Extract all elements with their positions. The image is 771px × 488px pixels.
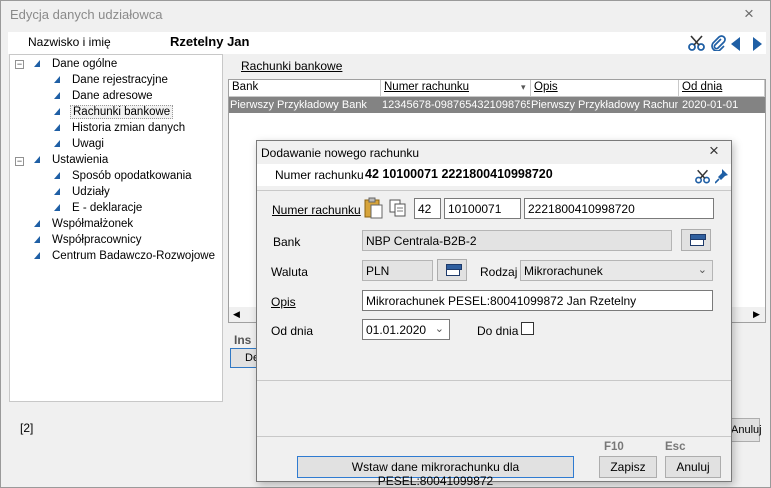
- currency-field: PLN: [362, 260, 433, 281]
- paste-icon[interactable]: [362, 197, 384, 222]
- insert-microaccount-button[interactable]: Wstaw dane mikrorachunku dla PESEL:80041…: [297, 456, 574, 488]
- from-date-value: 01.01.2020: [366, 323, 427, 337]
- pin-icon[interactable]: [714, 169, 729, 187]
- divider: [257, 436, 731, 437]
- to-date-label: Do dnia: [477, 324, 519, 338]
- tree-item-shares[interactable]: Udziały: [72, 186, 110, 198]
- tree-triangle-icon: [54, 172, 60, 179]
- type-select[interactable]: Mikrorachunek ⌄: [520, 260, 713, 281]
- chevron-down-icon: ⌄: [434, 323, 444, 335]
- close-icon[interactable]: ×: [709, 141, 719, 161]
- to-date-checkbox[interactable]: [521, 322, 534, 335]
- tree-triangle-icon: [54, 76, 60, 83]
- column-header-bank[interactable]: Bank: [229, 80, 381, 97]
- tree-item-rnd-center[interactable]: Centrum Badawczo-Rozwojowe: [52, 250, 215, 262]
- tab-bank-accounts[interactable]: Rachunki bankowe: [241, 59, 342, 73]
- calendar-icon: [690, 234, 706, 246]
- cell-account-number: 12345678-0987654321098765: [382, 99, 530, 111]
- tree-triangle-icon: [54, 92, 60, 99]
- tree-item-notes[interactable]: Uwagi: [72, 138, 104, 150]
- description-input[interactable]: Mikrorachunek PESEL:80041099872 Jan Rzet…: [362, 290, 713, 311]
- account-part1-input[interactable]: 42: [414, 198, 441, 219]
- cell-bank: Pierwszy Przykładowy Bank: [230, 99, 367, 111]
- dialog-header-value: 42 10100071 2221800410998720: [365, 167, 553, 181]
- tree-item-registration[interactable]: Dane rejestracyjne: [72, 74, 168, 86]
- type-label: Rodzaj: [480, 265, 518, 279]
- shortcut-f10: F10: [604, 441, 624, 453]
- description-label: Opis: [271, 295, 296, 309]
- cell-from-date: 2020-01-01: [682, 99, 739, 111]
- calendar-icon: [446, 264, 462, 276]
- tree-triangle-icon: [34, 156, 40, 163]
- tree-item-bank-accounts[interactable]: Rachunki bankowe: [70, 105, 174, 119]
- tree-triangle-icon: [54, 204, 60, 211]
- tree-triangle-icon: [34, 252, 40, 259]
- currency-label: Waluta: [271, 265, 308, 279]
- column-header-from-date[interactable]: Od dnia: [679, 80, 765, 97]
- from-date-label: Od dnia: [271, 324, 314, 338]
- tree-item-history[interactable]: Historia zmian danych: [72, 122, 185, 134]
- tree-item-address[interactable]: Dane adresowe: [72, 90, 153, 102]
- column-header-account-number[interactable]: Numer rachunku: [381, 80, 531, 97]
- currency-picker-button[interactable]: [437, 259, 467, 281]
- scissors-icon[interactable]: [695, 169, 711, 187]
- scroll-left-icon[interactable]: ◀: [233, 309, 240, 320]
- account-number-label: Numer rachunku: [272, 203, 361, 217]
- collapse-icon[interactable]: −: [15, 157, 24, 166]
- header-bar: [8, 32, 766, 54]
- tree-triangle-icon: [54, 140, 60, 147]
- shortcut-ins: Ins: [234, 333, 252, 347]
- tree-item-spouse[interactable]: Współmałżonek: [52, 218, 133, 230]
- tree-item-coworkers[interactable]: Współpracownicy: [52, 234, 141, 246]
- status-count: [2]: [20, 421, 34, 435]
- next-arrow-icon[interactable]: [752, 37, 762, 54]
- tree-triangle-icon: [54, 124, 60, 131]
- from-date-picker[interactable]: 01.01.2020 ⌄: [362, 319, 450, 340]
- column-header-description[interactable]: Opis: [531, 80, 679, 97]
- tree-triangle-icon: [34, 236, 40, 243]
- tree-triangle-icon: [34, 60, 40, 67]
- save-button[interactable]: Zapisz: [599, 456, 657, 478]
- scroll-right-icon[interactable]: ▶: [753, 309, 760, 320]
- type-select-value: Mikrorachunek: [524, 264, 603, 278]
- shortcut-esc: Esc: [665, 441, 686, 453]
- tree-group-settings[interactable]: Ustawienia: [52, 154, 108, 166]
- tree-triangle-icon: [34, 220, 40, 227]
- sort-down-icon: ▾: [521, 82, 526, 92]
- tree-group-general[interactable]: Dane ogólne: [52, 58, 117, 70]
- bank-label: Bank: [273, 235, 301, 249]
- cell-description: Pierwszy Przykładowy Rachunek: [531, 99, 678, 111]
- scissors-icon[interactable]: [688, 35, 706, 54]
- copy-icon[interactable]: [388, 198, 408, 221]
- divider: [257, 380, 731, 381]
- account-part3-input[interactable]: 2221800410998720: [524, 198, 714, 219]
- account-part2-input[interactable]: 10100071: [444, 198, 521, 219]
- tree-triangle-icon: [54, 108, 60, 115]
- chevron-down-icon: ⌄: [697, 264, 707, 276]
- dialog-title: Dodawanie nowego rachunku: [261, 146, 420, 160]
- cancel-button[interactable]: Anuluj: [665, 456, 721, 478]
- tree-triangle-icon: [54, 188, 60, 195]
- collapse-icon[interactable]: −: [15, 60, 24, 69]
- tree-item-taxation[interactable]: Sposób opodatkowania: [72, 170, 192, 182]
- bank-picker-button[interactable]: [681, 229, 711, 251]
- header-value: Rzetelny Jan: [170, 34, 250, 49]
- bank-field: NBP Centrala-B2B-2: [362, 230, 672, 251]
- paperclip-icon[interactable]: [710, 35, 726, 54]
- close-icon[interactable]: ×: [744, 4, 754, 24]
- header-label: Nazwisko i imię: [28, 35, 111, 49]
- nav-tree: − Dane ogólne Dane rejestracyjne Dane ad…: [9, 54, 223, 402]
- dialog-header-label: Numer rachunku: [275, 168, 364, 182]
- prev-arrow-icon[interactable]: [731, 37, 741, 54]
- window-title: Edycja danych udziałowca: [10, 7, 163, 22]
- tree-item-e-declarations[interactable]: E - deklaracje: [72, 202, 142, 214]
